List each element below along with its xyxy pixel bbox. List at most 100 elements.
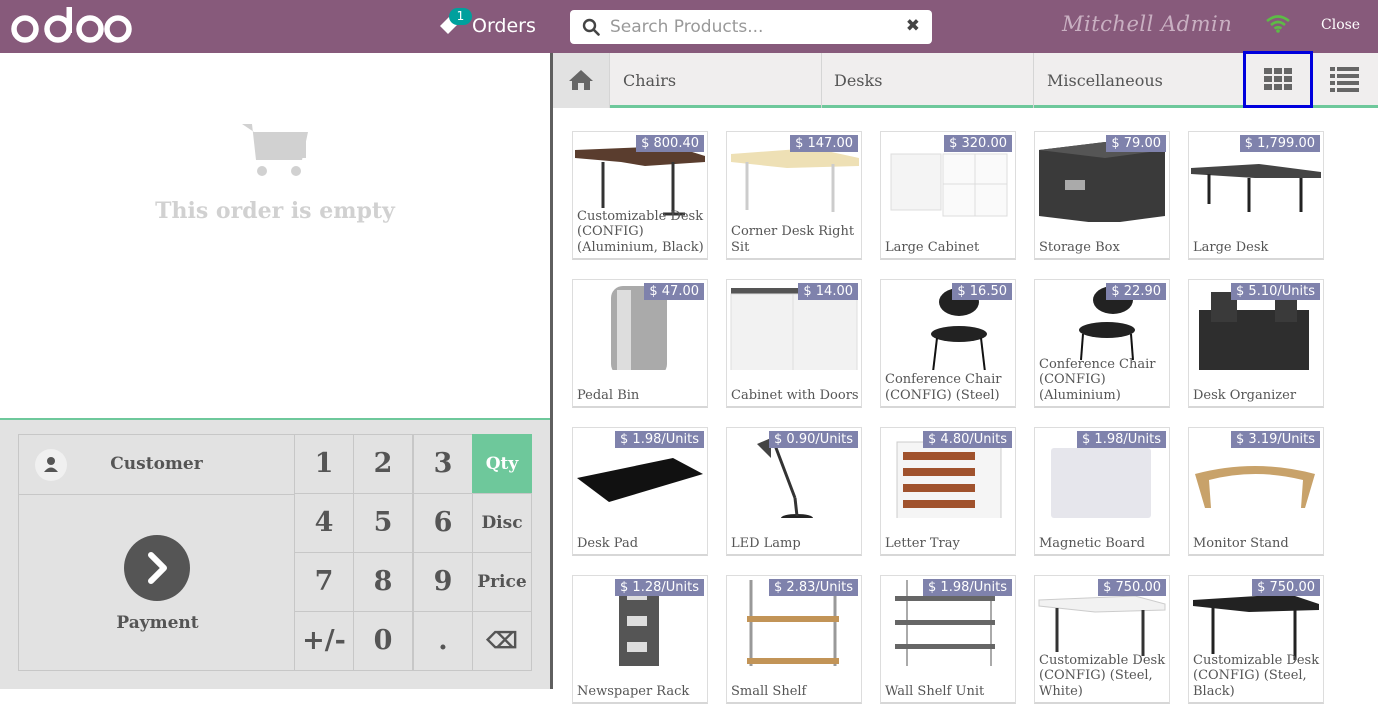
customer-button[interactable]: Customer — [18, 434, 295, 495]
control-panel: Customer Payment 1 2 3 Qty 4 5 6 Disc 7 … — [0, 418, 550, 689]
plus-minus-key[interactable]: +/- — [294, 611, 354, 671]
product-pane: Chairs Desks Miscellaneous $ 800.40 Cust… — [553, 51, 1378, 704]
orders-label: Orders — [472, 15, 536, 37]
category-miscellaneous[interactable]: Miscellaneous — [1034, 53, 1243, 108]
home-icon — [569, 70, 593, 90]
list-icon — [1330, 67, 1359, 92]
product-card[interactable]: $ 0.90/Units LED Lamp — [726, 427, 862, 556]
key-8[interactable]: 8 — [353, 552, 413, 612]
product-card[interactable]: $ 5.10/Units Desk Organizer — [1188, 279, 1324, 408]
user-name: Mitchell Admin — [1062, 12, 1233, 36]
backspace-key[interactable]: ⌫ — [472, 611, 532, 671]
key-3[interactable]: 3 — [413, 434, 473, 494]
price-mode-button[interactable]: Price — [472, 552, 532, 612]
category-bar: Chairs Desks Miscellaneous — [553, 51, 1378, 108]
product-grid: $ 800.40 Customizable Desk (CONFIG) (Alu… — [553, 111, 1378, 704]
customer-label: Customer — [110, 454, 203, 474]
key-1[interactable]: 1 — [294, 434, 354, 494]
odoo-logo — [11, 7, 132, 43]
orders-button[interactable]: 1 Orders — [438, 8, 536, 42]
product-price: $ 750.00 — [1252, 579, 1320, 596]
product-price: $ 1,799.00 — [1239, 135, 1320, 152]
product-name: Magnetic Board — [1039, 535, 1145, 551]
product-price: $ 14.00 — [798, 283, 858, 300]
home-category-button[interactable] — [553, 53, 610, 108]
chevron-right-icon — [124, 535, 190, 601]
product-price: $ 3.19/Units — [1231, 431, 1320, 448]
product-card[interactable]: $ 750.00 Customizable Desk (CONFIG) (Ste… — [1188, 575, 1324, 704]
key-5[interactable]: 5 — [353, 493, 413, 553]
search-icon — [582, 18, 600, 36]
product-price: $ 1.28/Units — [615, 579, 704, 596]
product-name: LED Lamp — [731, 535, 801, 551]
product-card[interactable]: $ 800.40 Customizable Desk (CONFIG) (Alu… — [572, 131, 708, 260]
product-card[interactable]: $ 16.50 Conference Chair (CONFIG) (Steel… — [880, 279, 1016, 408]
ticket-icon: 1 — [438, 8, 472, 38]
product-name: Cabinet with Doors — [731, 387, 859, 403]
product-card[interactable]: $ 79.00 Storage Box — [1034, 131, 1170, 260]
product-price: $ 47.00 — [644, 283, 704, 300]
product-price: $ 800.40 — [636, 135, 704, 152]
product-card[interactable]: $ 1.28/Units Newspaper Rack — [572, 575, 708, 704]
product-card[interactable]: $ 147.00 Corner Desk Right Sit — [726, 131, 862, 260]
category-desks[interactable]: Desks — [821, 53, 1034, 108]
key-7[interactable]: 7 — [294, 552, 354, 612]
product-name: Large Desk — [1193, 239, 1269, 255]
key-9[interactable]: 9 — [413, 552, 473, 612]
product-price: $ 79.00 — [1106, 135, 1166, 152]
product-card[interactable]: $ 3.19/Units Monitor Stand — [1188, 427, 1324, 556]
search-input[interactable] — [610, 14, 890, 40]
product-name: Letter Tray — [885, 535, 960, 551]
orders-count-badge: 1 — [449, 8, 472, 25]
payment-button[interactable]: Payment — [18, 494, 295, 671]
product-price: $ 320.00 — [944, 135, 1012, 152]
product-name: Customizable Desk (CONFIG) (Steel, Black… — [1193, 652, 1320, 699]
disc-mode-button[interactable]: Disc — [472, 493, 532, 553]
product-price: $ 4.80/Units — [923, 431, 1012, 448]
product-card[interactable]: $ 4.80/Units Letter Tray — [880, 427, 1016, 556]
product-card[interactable]: $ 47.00 Pedal Bin — [572, 279, 708, 408]
clear-search-icon[interactable]: ✖ — [906, 16, 920, 36]
product-name: Monitor Stand — [1193, 535, 1289, 551]
product-card[interactable]: $ 1,799.00 Large Desk — [1188, 131, 1324, 260]
product-name: Pedal Bin — [577, 387, 640, 403]
product-price: $ 0.90/Units — [769, 431, 858, 448]
product-card[interactable]: $ 2.83/Units Small Shelf — [726, 575, 862, 704]
product-name: Conference Chair (CONFIG) (Steel) — [885, 372, 1002, 403]
product-name: Wall Shelf Unit — [885, 683, 985, 699]
product-card[interactable]: $ 320.00 Large Cabinet — [880, 131, 1016, 260]
key-0[interactable]: 0 — [353, 611, 413, 671]
product-card[interactable]: $ 14.00 Cabinet with Doors — [726, 279, 862, 408]
grid-view-button[interactable] — [1243, 51, 1313, 108]
product-name: Corner Desk Right Sit — [731, 224, 855, 255]
product-name: Desk Organizer — [1193, 387, 1297, 403]
product-card[interactable]: $ 750.00 Customizable Desk (CONFIG) (Ste… — [1034, 575, 1170, 704]
qty-mode-button[interactable]: Qty — [472, 434, 532, 494]
close-button[interactable]: Close — [1321, 17, 1360, 33]
product-price: $ 2.83/Units — [769, 579, 858, 596]
product-price: $ 1.98/Units — [615, 431, 704, 448]
key-6[interactable]: 6 — [413, 493, 473, 553]
product-name: Conference Chair (CONFIG) (Aluminium) — [1039, 356, 1156, 403]
product-card[interactable]: $ 1.98/Units Magnetic Board — [1034, 427, 1170, 556]
product-card[interactable]: $ 1.98/Units Desk Pad — [572, 427, 708, 556]
product-card[interactable]: $ 22.90 Conference Chair (CONFIG) (Alumi… — [1034, 279, 1170, 408]
product-price: $ 5.10/Units — [1231, 283, 1320, 300]
product-price: $ 1.98/Units — [923, 579, 1012, 596]
key-4[interactable]: 4 — [294, 493, 354, 553]
grid-icon — [1264, 68, 1292, 90]
customer-avatar-icon — [35, 449, 67, 481]
product-name: Large Cabinet — [885, 239, 980, 255]
decimal-key[interactable]: . — [413, 611, 473, 671]
product-name: Desk Pad — [577, 535, 639, 551]
product-card[interactable]: $ 1.98/Units Wall Shelf Unit — [880, 575, 1016, 704]
product-name: Customizable Desk (CONFIG) (Steel, White… — [1039, 652, 1166, 699]
product-price: $ 147.00 — [790, 135, 858, 152]
key-2[interactable]: 2 — [353, 434, 413, 494]
product-name: Storage Box — [1039, 239, 1120, 255]
product-name: Small Shelf — [731, 683, 807, 699]
category-chairs[interactable]: Chairs — [610, 53, 822, 108]
top-bar: 1 Orders ✖ Mitchell Admin Close — [0, 0, 1378, 53]
payment-label: Payment — [116, 613, 199, 633]
list-view-button[interactable] — [1313, 53, 1378, 108]
